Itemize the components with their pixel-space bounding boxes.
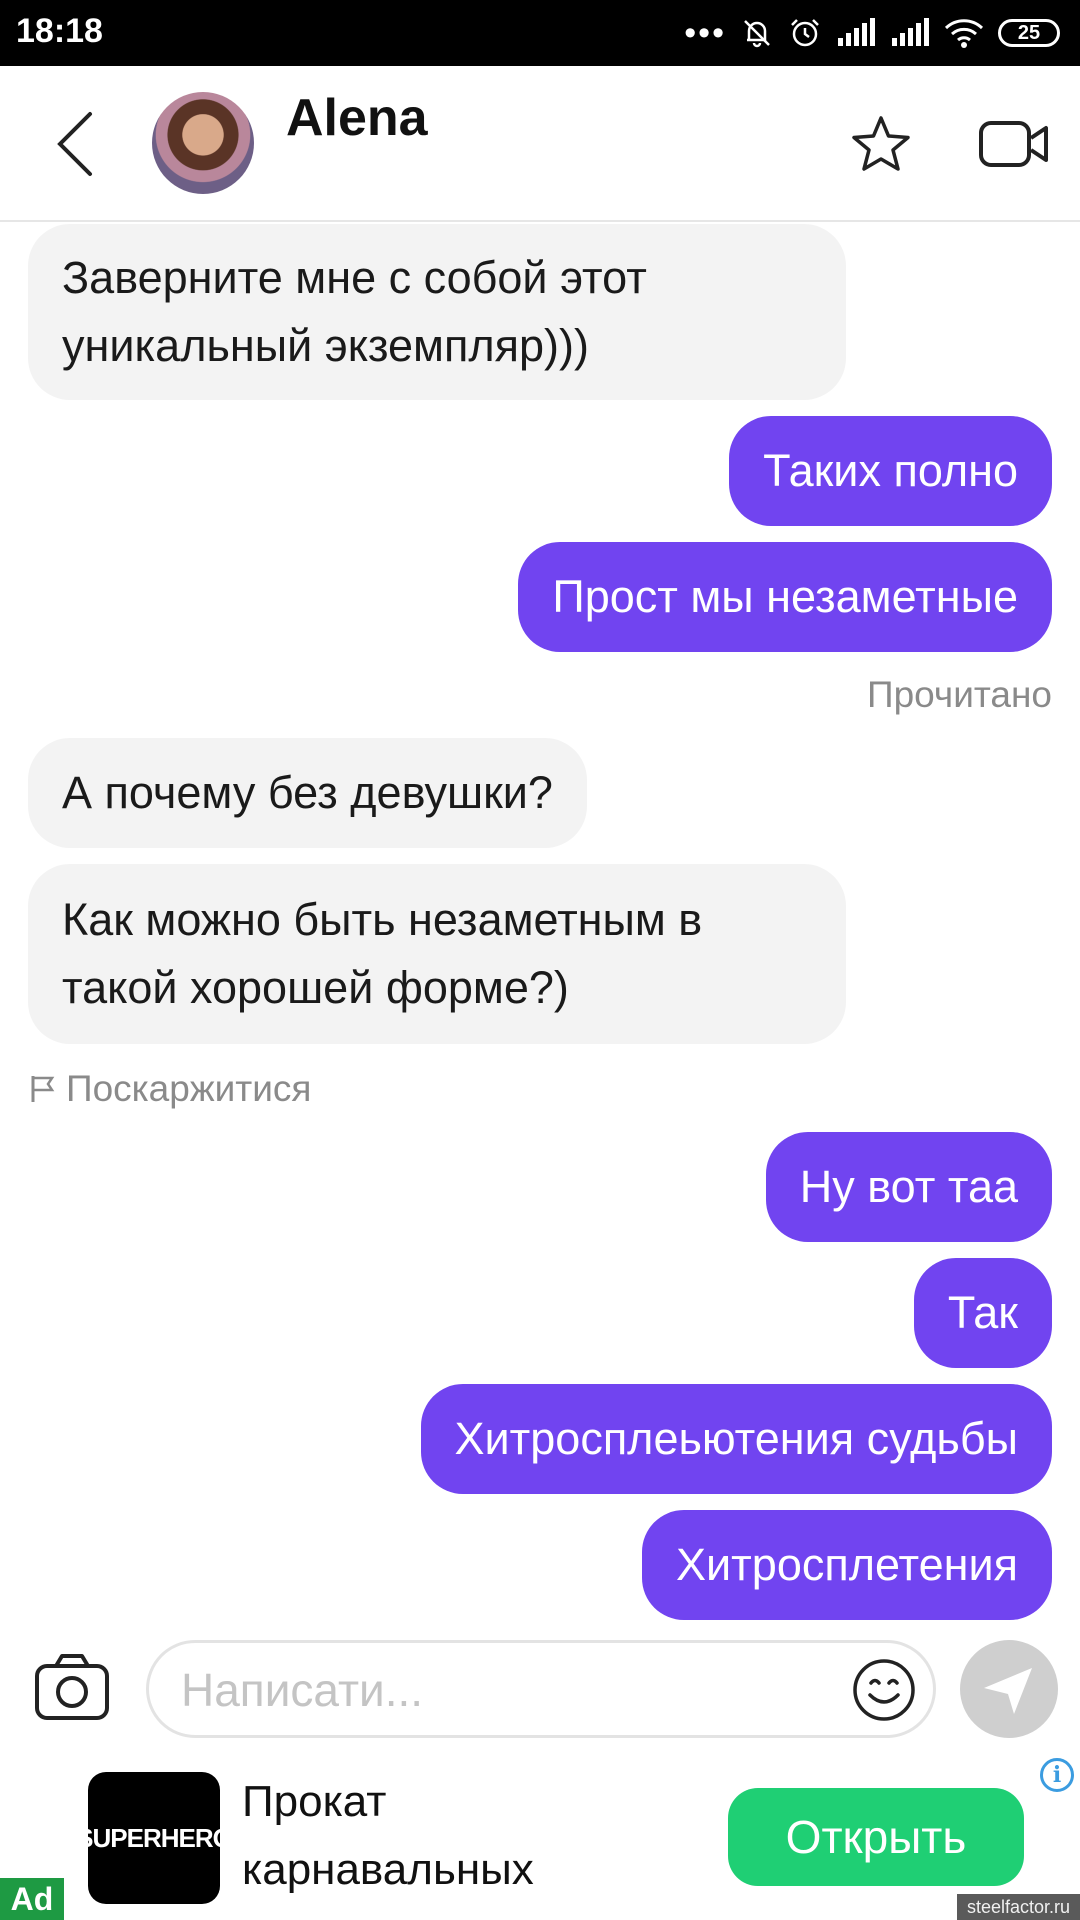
chat-header: Alena: [0, 66, 1080, 222]
back-arrow-icon[interactable]: [48, 106, 108, 182]
read-status: Прочитано: [867, 674, 1052, 715]
alarm-icon: [791, 19, 819, 47]
ad-title[interactable]: Прокат карнавальных: [242, 1768, 622, 1904]
battery-level: 25: [1017, 21, 1041, 44]
status-bar: 18:18 ••• 25: [0, 0, 1080, 66]
avatar[interactable]: [152, 92, 254, 194]
message-input[interactable]: [179, 1657, 843, 1723]
signal-icon: [838, 18, 875, 46]
contact-name[interactable]: Alena: [286, 88, 428, 148]
send-icon: [984, 1668, 1032, 1714]
message-outgoing[interactable]: Так: [913, 1258, 1052, 1368]
message-input-container: [146, 1640, 936, 1738]
message-incoming[interactable]: А почему без девушки?: [28, 738, 587, 848]
ad-logo[interactable]: SUPERHERO: [76, 1772, 233, 1904]
message-incoming[interactable]: Как можно быть незаметным в такой хороше…: [28, 864, 846, 1044]
wifi-icon: [944, 19, 984, 48]
notification-dots: •••: [684, 14, 726, 52]
message-outgoing[interactable]: Таких полно: [729, 416, 1052, 526]
ad-open-button[interactable]: Открыть: [728, 1788, 1024, 1886]
battery-indicator: 25: [998, 19, 1060, 47]
message-outgoing[interactable]: Хитросплеьютения судьбы: [420, 1384, 1052, 1494]
status-time: 18:18: [16, 12, 103, 50]
report-label: Поскаржитися: [66, 1068, 312, 1109]
send-button[interactable]: [960, 1640, 1058, 1738]
watermark: steelfactor.ru: [956, 1894, 1080, 1920]
report-link[interactable]: Поскаржитися: [30, 1068, 311, 1110]
message-outgoing[interactable]: Прост мы незаметные: [518, 542, 1052, 652]
message-outgoing[interactable]: Ну вот таа: [765, 1132, 1052, 1242]
status-icons: ••• 25: [684, 10, 1060, 56]
ad-info-icon[interactable]: i: [1040, 1758, 1074, 1792]
bell-muted-icon: [744, 20, 770, 48]
star-icon[interactable]: [850, 114, 912, 174]
ad-badge: Ad: [0, 1878, 64, 1920]
video-call-icon[interactable]: [978, 118, 1050, 170]
message-incoming[interactable]: Заверните мне с собой этот уникальный эк…: [28, 224, 846, 400]
emoji-icon[interactable]: [851, 1657, 917, 1723]
signal-icon-2: [892, 18, 929, 46]
message-outgoing[interactable]: Хитросплетения: [642, 1510, 1052, 1620]
flag-icon: [31, 1076, 55, 1102]
camera-icon[interactable]: [34, 1650, 110, 1722]
